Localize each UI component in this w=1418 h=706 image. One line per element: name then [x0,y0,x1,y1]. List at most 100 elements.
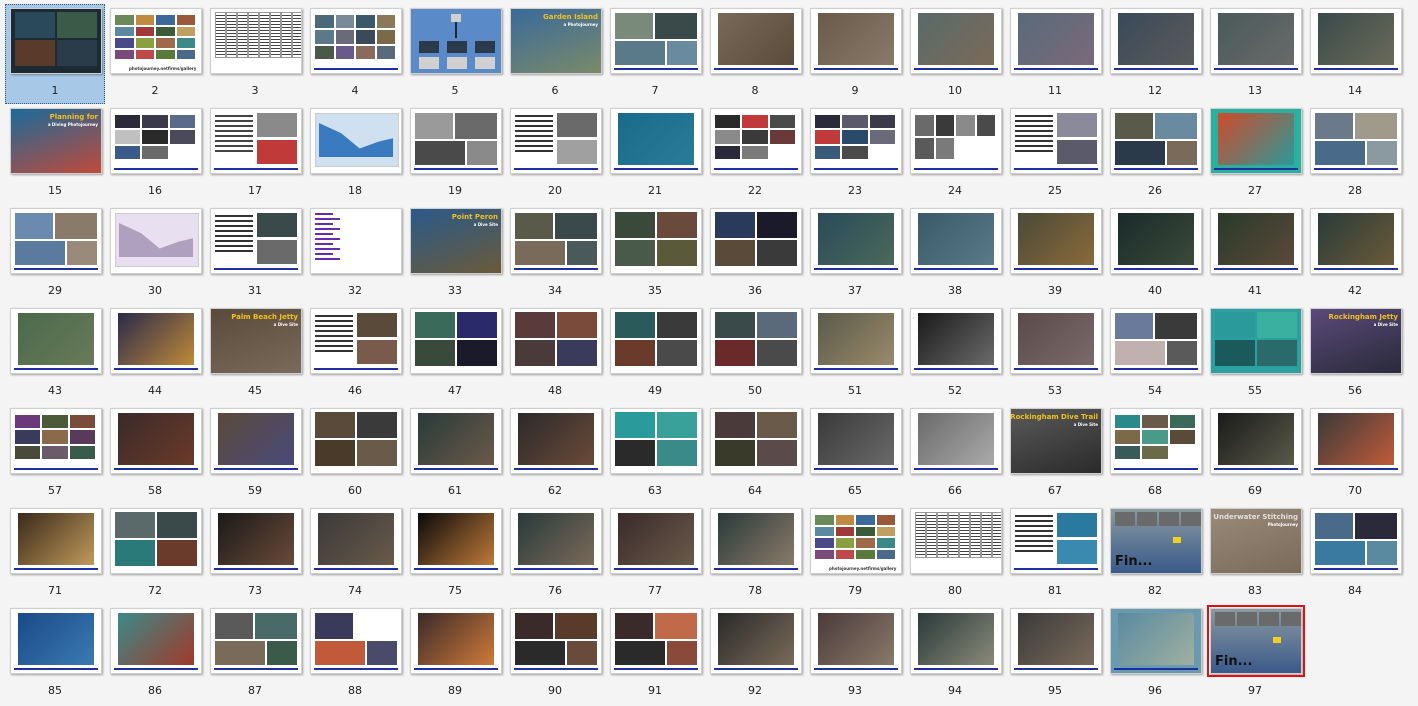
slide-thumbnail-86[interactable]: 86 [105,604,205,704]
slide-thumbnail-3[interactable]: 3 [205,4,305,104]
slide-thumbnail-18[interactable]: 18 [305,104,405,204]
slide-thumbnail-83[interactable]: Underwater Stitching PhotoJourney 83 [1205,504,1305,604]
slide-thumbnail-22[interactable]: 22 [705,104,805,204]
slide-thumbnail-76[interactable]: 76 [505,504,605,604]
slide-thumbnail-28[interactable]: 28 [1305,104,1405,204]
slide-thumbnail-57[interactable]: 57 [5,404,105,504]
slide-thumbnail-63[interactable]: 63 [605,404,705,504]
slide-thumbnail-15[interactable]: Planning for a Diving Photojourney 15 [5,104,105,204]
slide-thumbnail-34[interactable]: 34 [505,204,605,304]
slide-thumbnail-84[interactable]: 84 [1305,504,1405,604]
slide-thumbnail-55[interactable]: 55 [1205,304,1305,404]
slide-thumbnail-38[interactable]: 38 [905,204,1005,304]
slide-thumbnail-50[interactable]: 50 [705,304,805,404]
slide-thumbnail-12[interactable]: 12 [1105,4,1205,104]
slide-thumbnail-40[interactable]: 40 [1105,204,1205,304]
slide-thumbnail-35[interactable]: 35 [605,204,705,304]
slide-thumbnail-88[interactable]: 88 [305,604,405,704]
slide-thumbnail-73[interactable]: 73 [205,504,305,604]
slide-thumbnail-67[interactable]: Rockingham Dive Trail a Dive Site 67 [1005,404,1105,504]
slide-sorter[interactable]: 1 photojourney.netfirms/gallery 2 3 4 5 Garden… [0,0,1418,706]
slide-thumbnail-92[interactable]: 92 [705,604,805,704]
slide-thumbnail-1[interactable]: 1 [5,4,105,104]
slide-thumbnail-97[interactable]: Fin... 97 [1205,604,1305,704]
slide-thumbnail-65[interactable]: 65 [805,404,905,504]
slide-thumbnail-26[interactable]: 26 [1105,104,1205,204]
slide-thumbnail-69[interactable]: 69 [1205,404,1305,504]
slide-thumbnail-14[interactable]: 14 [1305,4,1405,104]
slide-thumbnail-79[interactable]: photojourney.netfirms/gallery 79 [805,504,905,604]
slide-thumbnail-75[interactable]: 75 [405,504,505,604]
slide-number: 58 [148,484,162,497]
slide-thumbnail-32[interactable]: 32 [305,204,405,304]
slide-thumbnail-31[interactable]: 31 [205,204,305,304]
slide-thumbnail-46[interactable]: 46 [305,304,405,404]
slide-thumbnail-33[interactable]: Point Peron a Dive Site 33 [405,204,505,304]
slide-thumbnail-81[interactable]: 81 [1005,504,1105,604]
slide-thumbnail-30[interactable]: 30 [105,204,205,304]
slide-thumbnail-72[interactable]: 72 [105,504,205,604]
slide-thumbnail-66[interactable]: 66 [905,404,1005,504]
slide-thumbnail-51[interactable]: 51 [805,304,905,404]
slide-thumbnail-93[interactable]: 93 [805,604,905,704]
slide-thumbnail-45[interactable]: Palm Beach Jetty a Dive Site 45 [205,304,305,404]
slide-thumbnail-90[interactable]: 90 [505,604,605,704]
slide-thumbnail-47[interactable]: 47 [405,304,505,404]
slide-thumbnail-16[interactable]: 16 [105,104,205,204]
slide-thumbnail-89[interactable]: 89 [405,604,505,704]
slide-thumbnail-29[interactable]: 29 [5,204,105,304]
slide-thumbnail-6[interactable]: Garden Island a PhotoJourney 6 [505,4,605,104]
slide-thumbnail-9[interactable]: 9 [805,4,905,104]
slide-thumbnail-64[interactable]: 64 [705,404,805,504]
slide-thumbnail-2[interactable]: photojourney.netfirms/gallery 2 [105,4,205,104]
slide-thumbnail-7[interactable]: 7 [605,4,705,104]
slide-thumbnail-23[interactable]: 23 [805,104,905,204]
slide-thumbnail-85[interactable]: 85 [5,604,105,704]
slide-thumbnail-56[interactable]: Rockingham Jetty a Dive Site 56 [1305,304,1405,404]
slide-thumbnail-68[interactable]: 68 [1105,404,1205,504]
slide-thumbnail-36[interactable]: 36 [705,204,805,304]
slide-thumbnail-96[interactable]: 96 [1105,604,1205,704]
slide-thumbnail-80[interactable]: 80 [905,504,1005,604]
slide-thumbnail-25[interactable]: 25 [1005,104,1105,204]
slide-thumbnail-13[interactable]: 13 [1205,4,1305,104]
slide-thumbnail-95[interactable]: 95 [1005,604,1105,704]
slide-thumbnail-27[interactable]: 27 [1205,104,1305,204]
slide-thumbnail-21[interactable]: 21 [605,104,705,204]
slide-thumbnail-49[interactable]: 49 [605,304,705,404]
slide-thumbnail-87[interactable]: 87 [205,604,305,704]
slide-thumbnail-11[interactable]: 11 [1005,4,1105,104]
slide-thumbnail-91[interactable]: 91 [605,604,705,704]
slide-thumbnail-74[interactable]: 74 [305,504,405,604]
slide-thumbnail-60[interactable]: 60 [305,404,405,504]
slide-photo [956,115,975,136]
slide-thumbnail-82[interactable]: Fin... 82 [1105,504,1205,604]
slide-thumbnail-58[interactable]: 58 [105,404,205,504]
slide-thumbnail-94[interactable]: 94 [905,604,1005,704]
slide-thumbnail-4[interactable]: 4 [305,4,405,104]
slide-thumbnail-77[interactable]: 77 [605,504,705,604]
slide-thumbnail-78[interactable]: 78 [705,504,805,604]
slide-thumbnail-42[interactable]: 42 [1305,204,1405,304]
slide-thumbnail-5[interactable]: 5 [405,4,505,104]
slide-thumbnail-37[interactable]: 37 [805,204,905,304]
slide-thumbnail-54[interactable]: 54 [1105,304,1205,404]
slide-thumbnail-62[interactable]: 62 [505,404,605,504]
slide-thumbnail-10[interactable]: 10 [905,4,1005,104]
slide-thumbnail-17[interactable]: 17 [205,104,305,204]
slide-thumbnail-71[interactable]: 71 [5,504,105,604]
slide-thumbnail-43[interactable]: 43 [5,304,105,404]
slide-thumbnail-20[interactable]: 20 [505,104,605,204]
slide-thumbnail-61[interactable]: 61 [405,404,505,504]
slide-thumbnail-70[interactable]: 70 [1305,404,1405,504]
slide-thumbnail-48[interactable]: 48 [505,304,605,404]
slide-thumbnail-24[interactable]: 24 [905,104,1005,204]
slide-thumbnail-52[interactable]: 52 [905,304,1005,404]
slide-thumbnail-41[interactable]: 41 [1205,204,1305,304]
slide-thumbnail-53[interactable]: 53 [1005,304,1105,404]
slide-thumbnail-19[interactable]: 19 [405,104,505,204]
slide-thumbnail-59[interactable]: 59 [205,404,305,504]
slide-thumbnail-39[interactable]: 39 [1005,204,1105,304]
slide-thumbnail-44[interactable]: 44 [105,304,205,404]
slide-thumbnail-8[interactable]: 8 [705,4,805,104]
